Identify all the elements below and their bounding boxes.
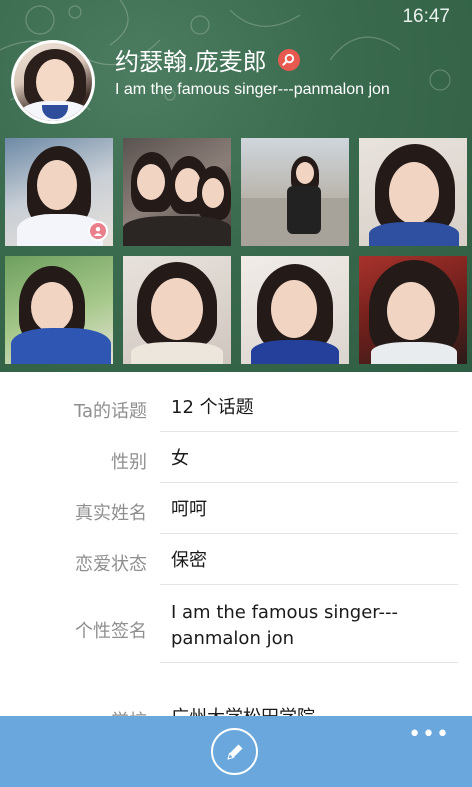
photo-thumbnail[interactable] [123, 256, 231, 364]
real-name-label: 真实姓名 [75, 503, 147, 524]
photo-thumbnail[interactable] [5, 256, 113, 364]
edit-button[interactable] [211, 728, 258, 775]
gender-label: 性别 [111, 452, 147, 473]
topics-label: Ta的话题 [73, 401, 147, 422]
photo-thumbnail[interactable] [241, 256, 349, 364]
status-bar-time: 16:47 [402, 6, 450, 27]
photo-thumbnail[interactable] [359, 138, 467, 246]
more-options-button[interactable]: ••• [408, 722, 450, 747]
profile-tagline: I am the famous singer---panmalon jon [115, 81, 390, 98]
relationship-label: 恋爱状态 [75, 554, 147, 575]
name-row: 约瑟翰.庞麦郎 [115, 42, 300, 77]
real-name-value: 呵呵 [171, 499, 207, 520]
info-row-real-name: 真实姓名 呵呵 [0, 485, 472, 535]
bottom-app-bar: ••• [0, 716, 472, 787]
info-row-gender: 性别 女 [0, 434, 472, 484]
signature-label: 个性签名 [75, 621, 147, 642]
photo-grid [5, 138, 472, 367]
relationship-value: 保密 [171, 550, 207, 571]
topics-value: 12 个话题 [171, 397, 254, 418]
person-icon [88, 221, 108, 241]
photo-thumbnail[interactable] [241, 138, 349, 246]
photo-thumbnail[interactable] [359, 256, 467, 364]
profile-header: 16:47 约瑟翰.庞麦郎 I am the famous singer---p… [0, 0, 472, 372]
gender-value: 女 [171, 448, 189, 469]
info-row-signature: 个性签名 I am the famous singer---panmalon j… [0, 587, 472, 665]
info-row-relationship: 恋爱状态 保密 [0, 536, 472, 586]
search-badge-icon[interactable] [277, 48, 300, 71]
photo-thumbnail[interactable] [123, 138, 231, 246]
pencil-icon [226, 744, 242, 760]
photo-thumbnail[interactable] [5, 138, 113, 246]
profile-name: 约瑟翰.庞麦郎 [115, 48, 267, 76]
info-row-topics[interactable]: Ta的话题 12 个话题 [0, 383, 472, 433]
signature-value: I am the famous singer---panmalon jon [171, 602, 399, 649]
avatar[interactable] [11, 40, 95, 124]
